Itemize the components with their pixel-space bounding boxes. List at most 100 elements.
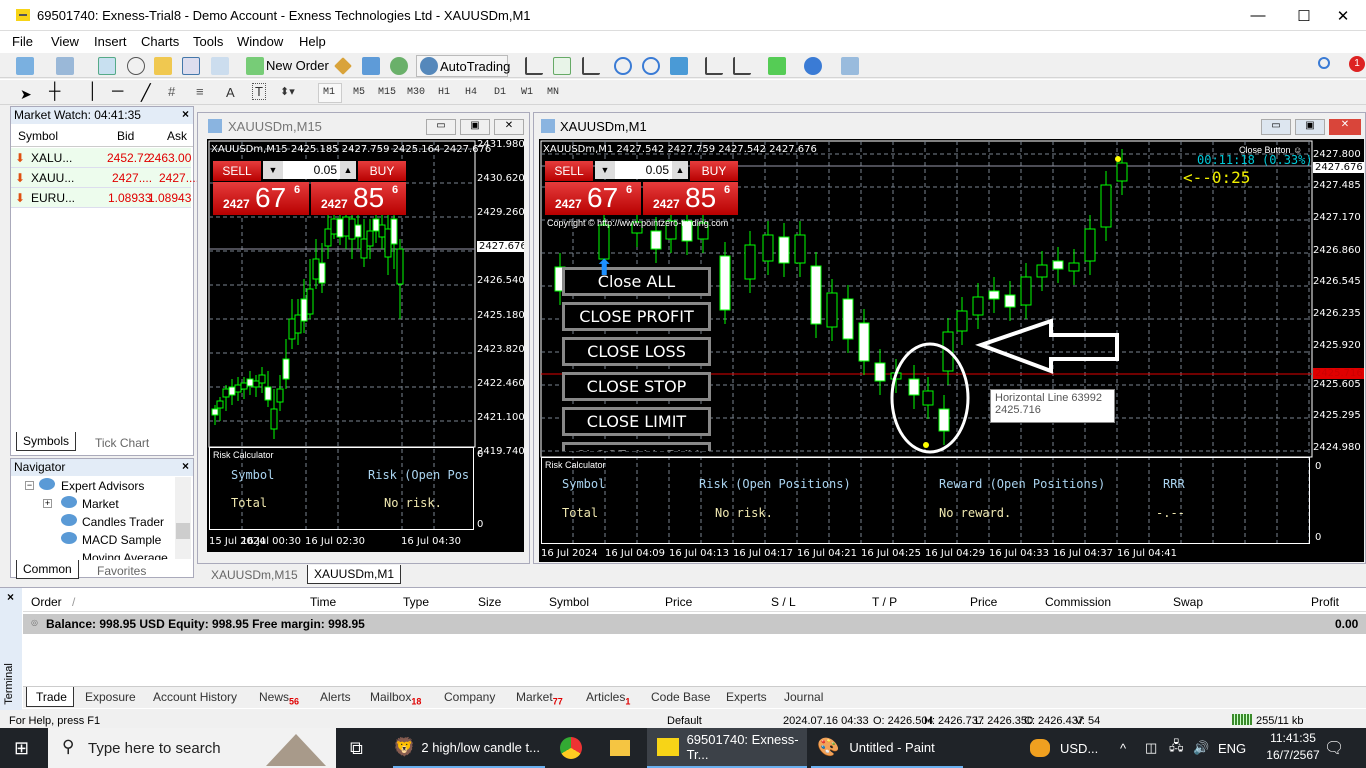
timeframe-m30[interactable]: M30: [407, 87, 425, 98]
chart-restore-button[interactable]: ▣: [460, 119, 490, 135]
camera-icon[interactable]: ◫: [1145, 728, 1157, 768]
sell-price-button[interactable]: 2427 67 6: [545, 182, 641, 215]
close-market-watch-icon[interactable]: ×: [182, 107, 189, 121]
terminal-tab-alerts[interactable]: Alerts: [320, 690, 351, 704]
timeframe-w1[interactable]: W1: [521, 87, 533, 98]
buy-button[interactable]: BUY: [358, 161, 406, 181]
chart-close-button[interactable]: ✕: [494, 119, 524, 135]
tab-common[interactable]: Common: [16, 560, 79, 579]
new-chart-icon[interactable]: [16, 57, 34, 75]
bar-chart-icon[interactable]: [525, 57, 543, 75]
menu-window[interactable]: Window: [237, 34, 283, 49]
col-time[interactable]: Time: [310, 595, 336, 609]
tab-favorites[interactable]: Favorites: [91, 562, 152, 580]
autotrading-toggle[interactable]: AutoTrading: [416, 55, 510, 77]
col-symbol[interactable]: Symbol: [549, 595, 589, 609]
nav-moving-average[interactable]: Moving Average: [82, 551, 168, 560]
chart-close-button[interactable]: ✕: [1329, 119, 1361, 135]
search-icon[interactable]: [1318, 57, 1330, 69]
terminal-tab-exposure[interactable]: Exposure: [85, 690, 136, 704]
terminal-tab-mailbox[interactable]: Mailbox18: [370, 690, 421, 706]
chart-m15-canvas[interactable]: XAUUSDm,M15 2425.185 2427.759 2425.164 2…: [207, 139, 524, 552]
close-all-button[interactable]: Close ALL: [562, 267, 711, 296]
terminal-tab-trade[interactable]: Trade: [36, 690, 67, 704]
navigator-scrollbar[interactable]: [175, 477, 191, 559]
scrollbar-thumb[interactable]: [176, 523, 190, 539]
text-icon[interactable]: A: [226, 85, 235, 100]
buy-price-button[interactable]: 2427 85 6: [311, 182, 406, 215]
windows-start-icon[interactable]: ⊞: [14, 728, 29, 768]
terminal-tab-code-base[interactable]: Code Base: [651, 690, 710, 704]
zoom-in-icon[interactable]: [614, 57, 632, 75]
timeframe-m1[interactable]: M1: [323, 87, 335, 98]
tab-tick-chart[interactable]: Tick Chart: [89, 434, 155, 452]
taskbar-mt4[interactable]: 69501740: Exness-Tr...: [647, 728, 807, 768]
menu-view[interactable]: View: [51, 34, 79, 49]
menu-help[interactable]: Help: [299, 34, 326, 49]
timeframe-mn[interactable]: MN: [547, 87, 559, 98]
minimize-button[interactable]: —: [1235, 0, 1281, 31]
taskbar-brave[interactable]: 🦁 2 high/low candle t...: [393, 728, 545, 768]
terminal-tab-articles[interactable]: Articles1: [586, 690, 630, 706]
col-tp[interactable]: T / P: [872, 595, 897, 609]
timeframe-d1[interactable]: D1: [494, 87, 506, 98]
crosshair-data-window-icon[interactable]: [127, 57, 145, 75]
trendline-icon[interactable]: ╱: [141, 83, 151, 103]
close-limit-button[interactable]: CLOSE LIMIT: [562, 407, 711, 436]
sell-price-button[interactable]: 2427 67 6: [213, 182, 309, 215]
language-indicator[interactable]: ENG: [1218, 728, 1246, 768]
close-navigator-icon[interactable]: ×: [182, 459, 189, 473]
col-order[interactable]: Order: [31, 595, 62, 609]
market-watch-row[interactable]: ⬇ XAUU... 2427.... 2427....: [11, 168, 199, 188]
tile-windows-icon[interactable]: [670, 57, 688, 75]
lot-decrease-button[interactable]: ▼: [595, 161, 615, 179]
close-button[interactable]: ✕: [1320, 0, 1366, 31]
col-swap[interactable]: Swap: [1173, 595, 1203, 609]
line-chart-icon[interactable]: [582, 57, 600, 75]
expand-icon[interactable]: +: [43, 499, 52, 508]
connection-status-icon[interactable]: [1232, 714, 1252, 725]
col-profit[interactable]: Profit: [1311, 595, 1339, 609]
close-profit-button[interactable]: CLOSE PROFIT: [562, 302, 711, 331]
vps-icon[interactable]: [362, 57, 380, 75]
menu-charts[interactable]: Charts: [141, 34, 179, 49]
lot-decrease-button[interactable]: ▼: [263, 161, 283, 179]
taskbar-paint[interactable]: 🎨 Untitled - Paint: [811, 728, 963, 768]
equidistant-channel-icon[interactable]: #: [168, 84, 175, 99]
metaeditor-icon[interactable]: [334, 57, 352, 75]
lot-size-input[interactable]: [615, 161, 672, 179]
chart-shift-icon[interactable]: [733, 57, 751, 75]
sell-button[interactable]: SELL: [545, 161, 593, 181]
vertical-line-icon[interactable]: │: [88, 83, 98, 101]
close-stop-button[interactable]: CLOSE STOP: [562, 372, 711, 401]
terminal-tab-journal[interactable]: Journal: [784, 690, 823, 704]
chart-m1-canvas[interactable]: XAUUSDm,M1 2427.542 2427.759 2427.542 24…: [539, 139, 1364, 562]
chart-minimize-button[interactable]: ▭: [1261, 119, 1291, 135]
new-order-icon[interactable]: [246, 57, 264, 75]
col-sl[interactable]: S / L: [771, 595, 796, 609]
col-commission[interactable]: Commission: [1045, 595, 1111, 609]
menu-file[interactable]: File: [12, 34, 33, 49]
column-symbol[interactable]: Symbol: [18, 129, 58, 143]
volume-icon[interactable]: 🔊: [1193, 728, 1209, 768]
market-watch-icon[interactable]: [98, 57, 116, 75]
terminal-tab-experts[interactable]: Experts: [726, 690, 767, 704]
column-bid[interactable]: Bid: [117, 129, 134, 143]
text-label-icon[interactable]: T: [252, 83, 266, 100]
terminal-tab-news[interactable]: News56: [259, 690, 299, 706]
menu-insert[interactable]: Insert: [94, 34, 127, 49]
market-watch-row[interactable]: ⬇ EURU... 1.08933 1.08943: [11, 188, 191, 208]
chart-tab-m15[interactable]: XAUUSDm,M15: [205, 566, 304, 584]
arrows-icon[interactable]: ⬍▾: [280, 85, 295, 98]
col-price-current[interactable]: Price: [970, 595, 997, 609]
col-type[interactable]: Type: [403, 595, 429, 609]
nav-candles-trader[interactable]: Candles Trader: [82, 515, 164, 529]
col-price[interactable]: Price: [665, 595, 692, 609]
timeframe-m5[interactable]: M5: [353, 87, 365, 98]
column-ask[interactable]: Ask: [167, 129, 187, 143]
show-hidden-icons[interactable]: ^: [1120, 728, 1126, 768]
cursor-icon[interactable]: ➤: [20, 86, 32, 103]
profiles-icon[interactable]: [56, 57, 74, 75]
buy-button[interactable]: BUY: [690, 161, 738, 181]
chart-tab-m1[interactable]: XAUUSDm,M1: [307, 565, 402, 584]
